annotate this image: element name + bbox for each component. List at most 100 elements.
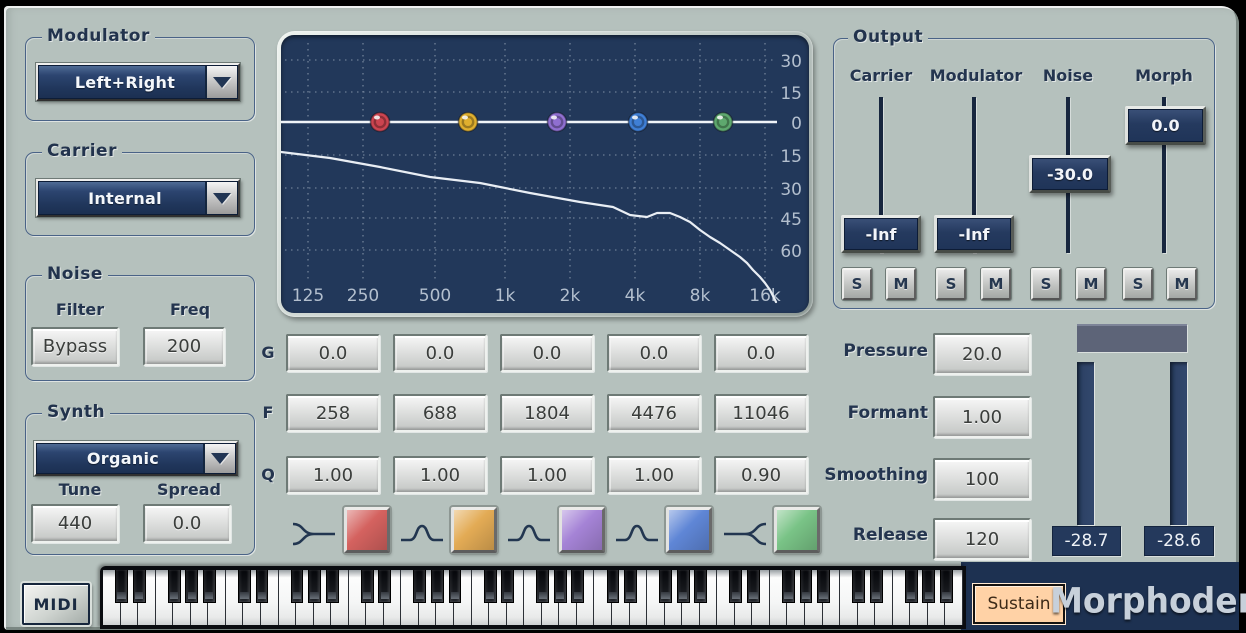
band3-freq-value: 1804: [524, 403, 570, 424]
piano-black-key[interactable]: [694, 570, 707, 603]
piano-keyboard[interactable]: [103, 570, 963, 625]
band3-q-field[interactable]: 1.00: [500, 456, 594, 494]
piano-black-key[interactable]: [870, 570, 883, 603]
modulator-slider-handle[interactable]: -Inf: [934, 215, 1014, 253]
piano-black-key[interactable]: [571, 570, 584, 603]
piano-black-key[interactable]: [133, 570, 146, 603]
noise-filter-field[interactable]: Bypass: [31, 327, 119, 366]
piano-black-key[interactable]: [782, 570, 795, 603]
meter-left-readout[interactable]: -28.7: [1052, 526, 1121, 556]
modulator-slider-value: -Inf: [959, 225, 990, 244]
piano-black-key[interactable]: [817, 570, 830, 603]
piano-black-key[interactable]: [624, 570, 637, 603]
synth-select[interactable]: Organic: [34, 441, 238, 476]
carrier-select[interactable]: Internal: [36, 179, 240, 217]
piano-black-key[interactable]: [501, 570, 514, 603]
piano-black-key[interactable]: [291, 570, 304, 603]
eq-band-dot[interactable]: [371, 113, 390, 132]
midi-button[interactable]: MIDI: [22, 583, 90, 625]
piano-black-key[interactable]: [554, 570, 567, 603]
chevron-down-icon[interactable]: [205, 182, 237, 214]
band1-freq-field[interactable]: 258: [286, 394, 380, 432]
synth-spread-field[interactable]: 0.0: [143, 504, 231, 543]
gain-row-label: G: [258, 344, 278, 362]
piano-black-key[interactable]: [747, 570, 760, 603]
band2-color-button[interactable]: [451, 507, 497, 553]
band2-q-field[interactable]: 1.00: [393, 456, 487, 494]
eq-band-dot[interactable]: [714, 113, 733, 132]
morph-mute-button[interactable]: M: [1167, 268, 1197, 300]
carrier-slider-handle[interactable]: -Inf: [841, 215, 921, 253]
piano-black-key[interactable]: [484, 570, 497, 603]
piano-black-key[interactable]: [326, 570, 339, 603]
piano-black-key[interactable]: [677, 570, 690, 603]
piano-black-key[interactable]: [115, 570, 128, 603]
piano-black-key[interactable]: [536, 570, 549, 603]
band3-gain-field[interactable]: 0.0: [500, 334, 594, 372]
modulator-solo-button[interactable]: S: [936, 268, 966, 300]
formant-field[interactable]: 1.00: [933, 396, 1031, 438]
piano-black-key[interactable]: [413, 570, 426, 603]
piano-black-key[interactable]: [800, 570, 813, 603]
eq-y-tick-label: 45: [780, 210, 802, 230]
band3-freq-field[interactable]: 1804: [500, 394, 594, 432]
pressure-field[interactable]: 20.0: [933, 333, 1031, 375]
modulator-group-label: Modulator: [42, 27, 155, 46]
noise-slider-handle[interactable]: -30.0: [1029, 155, 1111, 193]
piano-black-key[interactable]: [940, 570, 953, 603]
noise-freq-label: Freq: [150, 301, 230, 319]
band3-color-button[interactable]: [559, 507, 605, 553]
piano-black-key[interactable]: [168, 570, 181, 603]
band4-freq-field[interactable]: 4476: [607, 394, 701, 432]
modulator-mute-button[interactable]: M: [981, 268, 1011, 300]
morph-slider-handle[interactable]: 0.0: [1125, 106, 1206, 145]
eq-band-dot-highlight: [717, 116, 723, 120]
piano-black-key[interactable]: [922, 570, 935, 603]
eq-band-dot[interactable]: [459, 113, 478, 132]
chevron-down-icon[interactable]: [203, 444, 235, 473]
piano-black-key[interactable]: [449, 570, 462, 603]
band4-gain-field[interactable]: 0.0: [607, 334, 701, 372]
piano-black-key[interactable]: [607, 570, 620, 603]
morphoder-logo: Morphoder: [1066, 576, 1238, 624]
piano-black-key[interactable]: [729, 570, 742, 603]
chevron-down-icon[interactable]: [205, 66, 237, 98]
piano-black-key[interactable]: [308, 570, 321, 603]
smoothing-field[interactable]: 100: [933, 458, 1031, 500]
modulator-select[interactable]: Left+Right: [36, 63, 240, 101]
piano-black-key[interactable]: [238, 570, 251, 603]
meter-right-readout[interactable]: -28.6: [1144, 526, 1214, 556]
synth-tune-field[interactable]: 440: [31, 504, 119, 543]
lowpass-filter-icon: [721, 516, 769, 552]
band1-color-button[interactable]: [344, 507, 390, 553]
piano-black-key[interactable]: [852, 570, 865, 603]
noise-freq-field[interactable]: 200: [143, 327, 225, 366]
piano-black-key[interactable]: [203, 570, 216, 603]
band2-gain-field[interactable]: 0.0: [393, 334, 487, 372]
eq-band-dot[interactable]: [629, 113, 648, 132]
eq-band-dot[interactable]: [548, 113, 567, 132]
piano-black-key[interactable]: [378, 570, 391, 603]
piano-black-key[interactable]: [361, 570, 374, 603]
band1-freq-value: 258: [316, 403, 350, 424]
noise-mute-button[interactable]: M: [1076, 268, 1106, 300]
noise-group-label: Noise: [42, 265, 108, 284]
band4-color-button[interactable]: [666, 507, 712, 553]
piano-black-key[interactable]: [185, 570, 198, 603]
piano-black-key[interactable]: [431, 570, 444, 603]
carrier-solo-button[interactable]: S: [842, 268, 872, 300]
eq-graph-svg[interactable]: 1252505001k2k4k8k16k3015015304560: [281, 35, 809, 313]
release-field[interactable]: 120: [933, 518, 1031, 560]
band1-gain-value: 0.0: [319, 343, 348, 364]
piano-black-key[interactable]: [659, 570, 672, 603]
morph-solo-button[interactable]: S: [1123, 268, 1153, 300]
piano-black-key[interactable]: [905, 570, 918, 603]
piano-black-key[interactable]: [256, 570, 269, 603]
carrier-mute-button[interactable]: M: [886, 268, 916, 300]
band1-gain-field[interactable]: 0.0: [286, 334, 380, 372]
band1-q-field[interactable]: 1.00: [286, 456, 380, 494]
band4-q-field[interactable]: 1.00: [607, 456, 701, 494]
eq-graph-plot[interactable]: 1252505001k2k4k8k16k3015015304560: [281, 35, 809, 313]
noise-solo-button[interactable]: S: [1031, 268, 1061, 300]
band2-freq-field[interactable]: 688: [393, 394, 487, 432]
